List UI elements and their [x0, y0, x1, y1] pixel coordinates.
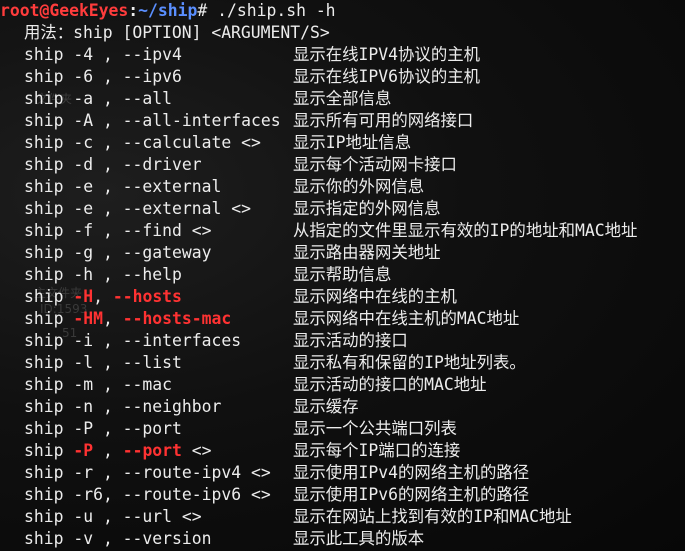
- help-option-row: ship -g , --gateway 显示路由器网关地址: [0, 242, 685, 264]
- option-flag-highlighted: --hosts-mac: [122, 309, 232, 328]
- option-description: 显示缓存: [293, 397, 359, 416]
- option-flags: ship -i , --interfaces: [24, 331, 242, 350]
- help-option-row: ship -e , --external 显示你的外网信息: [0, 176, 685, 198]
- prompt-line: root@GeekEyes:~/ship# ./ship.sh -h: [0, 0, 336, 22]
- option-description: 显示路由器网关地址: [293, 243, 441, 262]
- option-description: 显示在线IPV6协议的主机: [293, 67, 480, 86]
- option-description: 显示你的外网信息: [293, 177, 425, 196]
- option-flag-highlighted: -H: [73, 287, 94, 306]
- help-option-row: ship -r6, --route-ipv6 <> 显示使用IPv6的网络主机的路…: [0, 484, 685, 506]
- option-flags: ship -r , --route-ipv4 <>: [24, 463, 271, 482]
- option-flags: ship -4 , --ipv4: [24, 45, 182, 64]
- help-option-row: ship -f , --find <> 从指定的文件里显示有效的IP的地址和MAC…: [0, 220, 685, 242]
- prompt-user-host: root@GeekEyes: [0, 1, 129, 20]
- help-option-row: ship -P , --port <> 显示每个IP端口的连接: [0, 440, 685, 462]
- option-flag-highlighted: -P: [73, 441, 94, 460]
- option-description: 显示IP地址信息: [293, 133, 412, 152]
- option-description: 显示指定的外网信息: [293, 199, 441, 218]
- help-option-row: ship -m , --mac 显示活动的接口的MAC地址: [0, 374, 685, 396]
- option-description: 显示每个IP端口的连接: [293, 441, 461, 460]
- option-flags: ship -l , --list: [24, 353, 182, 372]
- option-flags: ship -A , --all-interfaces: [24, 111, 281, 130]
- option-description: 显示私有和保留的IP地址列表。: [293, 353, 526, 372]
- help-option-row: ship -HM, --hosts-mac 显示网络中在线主机的MAC地址: [0, 308, 685, 330]
- option-flag-text: ,: [93, 441, 123, 460]
- help-option-row: ship -l , --list 显示私有和保留的IP地址列表。: [0, 352, 685, 374]
- option-description: 显示使用IPv4的网络主机的路径: [293, 463, 530, 482]
- option-flags: ship -m , --mac: [24, 375, 173, 394]
- option-description: 显示所有可用的网络接口: [293, 111, 474, 130]
- option-flag-text: ,: [93, 287, 113, 306]
- option-flags: ship -a , --all: [24, 89, 173, 108]
- option-description: 显示网络中在线的主机: [293, 287, 457, 306]
- option-flags: ship -u , --url <>: [24, 507, 202, 526]
- option-description: 显示一个公共端口列表: [293, 419, 457, 438]
- option-flags: ship -P , --port: [24, 419, 182, 438]
- option-description: 显示全部信息: [293, 89, 392, 108]
- option-description: 显示此工具的版本: [293, 529, 425, 548]
- option-description: 显示网络中在线主机的MAC地址: [293, 309, 520, 328]
- option-description: 显示使用IPv6的网络主机的路径: [293, 485, 530, 504]
- prompt-command: ./ship.sh -h: [207, 1, 336, 20]
- option-flags: ship -r6, --route-ipv6 <>: [24, 485, 271, 504]
- option-flag-highlighted: --port: [122, 441, 182, 460]
- help-option-row: ship -A , --all-interfaces 显示所有可用的网络接口: [0, 110, 685, 132]
- option-flags: ship -e , --external <>: [24, 199, 251, 218]
- prompt-hash: #: [197, 1, 208, 20]
- option-flag-highlighted: --hosts: [112, 287, 182, 306]
- option-description: 显示活动的接口: [293, 331, 408, 350]
- help-option-row: ship -u , --url <> 显示在网站上找到有效的IP和MAC地址: [0, 506, 685, 528]
- option-flags: ship -h , --help: [24, 265, 182, 284]
- option-flag-text: ship: [24, 441, 74, 460]
- option-flags: ship -v , --version: [24, 529, 212, 548]
- terminal-window[interactable]: 文件夹 主文件夹 ID:1593 51 root@GeekEyes:~/ship…: [0, 0, 685, 551]
- prompt-colon: :: [128, 1, 139, 20]
- option-flag-highlighted: -HM: [73, 309, 103, 328]
- option-description: 显示在线IPV4协议的主机: [293, 45, 480, 64]
- option-flag-text: ship: [24, 287, 74, 306]
- option-description: 显示在网站上找到有效的IP和MAC地址: [293, 507, 572, 526]
- help-option-row: ship -r , --route-ipv4 <> 显示使用IPv4的网络主机的路…: [0, 462, 685, 484]
- option-flag-text: <>: [181, 441, 212, 460]
- option-flags: ship -HM, --hosts-mac: [24, 308, 231, 330]
- help-option-row: ship -d , --driver 显示每个活动网卡接口: [0, 154, 685, 176]
- option-flags: ship -n , --neighbor: [24, 397, 222, 416]
- help-option-row: ship -4 , --ipv4 显示在线IPV4协议的主机: [0, 44, 685, 66]
- usage-line: 用法：ship [OPTION] <ARGUMENT/S>: [24, 23, 330, 42]
- option-flag-text: ,: [102, 309, 123, 328]
- option-flags: ship -P , --port <>: [24, 440, 212, 462]
- option-flags: ship -6 , --ipv6: [24, 67, 182, 86]
- option-description: 显示活动的接口的MAC地址: [293, 375, 487, 394]
- prompt-path: ~/ship: [138, 1, 198, 20]
- option-flags: ship -e , --external: [24, 177, 222, 196]
- option-description: 显示帮助信息: [293, 265, 392, 284]
- option-flag-text: ship: [24, 309, 74, 328]
- help-option-row: ship -6 , --ipv6 显示在线IPV6协议的主机: [0, 66, 685, 88]
- help-option-row: ship -c , --calculate <> 显示IP地址信息: [0, 132, 685, 154]
- option-flags: ship -d , --driver: [24, 155, 202, 174]
- option-flags: ship -g , --gateway: [24, 243, 212, 262]
- help-option-row: ship -H, --hosts 显示网络中在线的主机: [0, 286, 685, 308]
- help-option-row: ship -v , --version 显示此工具的版本: [0, 528, 685, 550]
- option-description: 从指定的文件里显示有效的IP的地址和MAC地址: [293, 221, 638, 240]
- option-flags: ship -H, --hosts: [24, 286, 182, 308]
- option-flags: ship -c , --calculate <>: [24, 133, 261, 152]
- help-option-row: ship -a , --all 显示全部信息: [0, 88, 685, 110]
- help-option-row: ship -P , --port 显示一个公共端口列表: [0, 418, 685, 440]
- help-option-row: ship -e , --external <> 显示指定的外网信息: [0, 198, 685, 220]
- option-flags: ship -f , --find <>: [24, 221, 212, 240]
- help-option-row: ship -i , --interfaces 显示活动的接口: [0, 330, 685, 352]
- help-option-row: ship -h , --help 显示帮助信息: [0, 264, 685, 286]
- help-option-row: ship -n , --neighbor 显示缓存: [0, 396, 685, 418]
- option-description: 显示每个活动网卡接口: [293, 155, 457, 174]
